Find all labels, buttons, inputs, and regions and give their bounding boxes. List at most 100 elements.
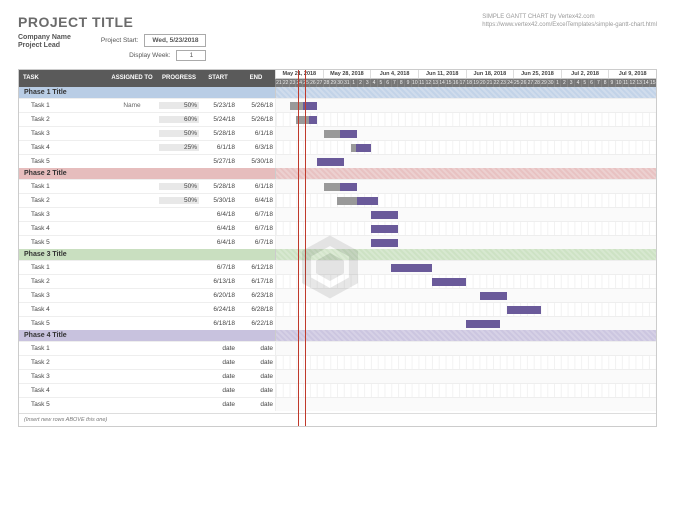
phase-row: Phase 4 Title bbox=[19, 330, 656, 341]
task-row[interactable]: Task 26/13/186/17/18 bbox=[19, 274, 656, 288]
day-cell: 7 bbox=[594, 79, 601, 87]
task-name: Task 5 bbox=[19, 401, 105, 408]
day-cell: 14 bbox=[642, 79, 649, 87]
day-cell: 23 bbox=[499, 79, 506, 87]
task-name: Task 3 bbox=[19, 211, 105, 218]
gantt-bar bbox=[317, 158, 344, 166]
task-end: 5/26/18 bbox=[237, 116, 275, 123]
task-name: Task 2 bbox=[19, 197, 105, 204]
day-cell: 6 bbox=[588, 79, 595, 87]
task-name: Task 1 bbox=[19, 183, 105, 190]
task-row[interactable]: Task 150%5/28/186/1/18 bbox=[19, 179, 656, 193]
task-start: 6/18/18 bbox=[199, 320, 237, 327]
day-cell: 21 bbox=[275, 79, 282, 87]
day-cell: 26 bbox=[520, 79, 527, 87]
task-progress: 60% bbox=[159, 116, 199, 123]
gantt-row bbox=[275, 208, 656, 221]
task-row[interactable]: Task 250%5/30/186/4/18 bbox=[19, 193, 656, 207]
task-row[interactable]: Task 4datedate bbox=[19, 383, 656, 397]
task-name: Task 4 bbox=[19, 144, 105, 151]
day-cell: 20 bbox=[479, 79, 486, 87]
day-cell: 7 bbox=[391, 79, 398, 87]
gantt-row bbox=[275, 99, 656, 112]
task-row[interactable]: Task 56/4/186/7/18 bbox=[19, 235, 656, 249]
day-cell: 21 bbox=[486, 79, 493, 87]
task-end: 5/26/18 bbox=[237, 102, 275, 109]
project-start-label: Project Start: bbox=[101, 37, 139, 44]
project-start-value[interactable]: Wed, 5/23/2018 bbox=[144, 34, 206, 47]
task-row[interactable]: Task 3datedate bbox=[19, 369, 656, 383]
day-cell: 15 bbox=[649, 79, 656, 87]
task-end: 6/17/18 bbox=[237, 278, 275, 285]
week-label: Jun 4, 2018 bbox=[370, 70, 418, 78]
phase-title: Phase 1 Title bbox=[19, 87, 275, 98]
task-progress: 50% bbox=[159, 183, 199, 190]
header-progress: PROGRESS bbox=[159, 70, 199, 87]
task-row[interactable]: Task 36/4/186/7/18 bbox=[19, 207, 656, 221]
progress-bar bbox=[324, 183, 341, 191]
task-row[interactable]: Task 55/27/185/30/18 bbox=[19, 154, 656, 168]
display-week-value[interactable]: 1 bbox=[176, 50, 206, 61]
task-row[interactable]: Task 36/20/186/23/18 bbox=[19, 288, 656, 302]
task-name: Task 1 bbox=[19, 264, 105, 271]
task-row[interactable]: Task 46/24/186/28/18 bbox=[19, 302, 656, 316]
task-name: Task 5 bbox=[19, 158, 105, 165]
task-start: 6/4/18 bbox=[199, 225, 237, 232]
phase-gantt bbox=[275, 330, 656, 341]
gantt-header: May 21, 2018May 28, 2018Jun 4, 2018Jun 1… bbox=[275, 70, 656, 87]
task-start: 5/23/18 bbox=[199, 102, 237, 109]
task-row[interactable]: Task 56/18/186/22/18 bbox=[19, 316, 656, 330]
task-name: Task 4 bbox=[19, 306, 105, 313]
task-end: 6/1/18 bbox=[237, 130, 275, 137]
task-progress: 25% bbox=[159, 144, 199, 151]
gantt-row bbox=[275, 398, 656, 411]
day-cell: 19 bbox=[472, 79, 479, 87]
task-end: 6/23/18 bbox=[237, 292, 275, 299]
phase-row: Phase 2 Title bbox=[19, 168, 656, 179]
task-row[interactable]: Task 1datedate bbox=[19, 341, 656, 355]
day-cell: 24 bbox=[295, 79, 302, 87]
progress-bar bbox=[351, 144, 356, 152]
gantt-row bbox=[275, 261, 656, 274]
task-name: Task 2 bbox=[19, 278, 105, 285]
gantt-row bbox=[275, 236, 656, 249]
gantt-row bbox=[275, 141, 656, 154]
task-name: Task 3 bbox=[19, 130, 105, 137]
day-cell: 9 bbox=[608, 79, 615, 87]
task-end: date bbox=[237, 373, 275, 380]
task-start: 5/24/18 bbox=[199, 116, 237, 123]
task-row[interactable]: Task 2datedate bbox=[19, 355, 656, 369]
day-cell: 4 bbox=[574, 79, 581, 87]
week-label: Jul 9, 2018 bbox=[608, 70, 656, 78]
gantt-row bbox=[275, 275, 656, 288]
task-row[interactable]: Task 4 25%6/1/186/3/18 bbox=[19, 140, 656, 154]
gantt-bar bbox=[480, 292, 507, 300]
task-end: 6/3/18 bbox=[237, 144, 275, 151]
project-title: PROJECT TITLE bbox=[18, 14, 206, 30]
footer-note: (Insert new rows ABOVE this one) bbox=[19, 413, 656, 426]
display-week-label: Display Week: bbox=[129, 52, 170, 59]
week-label: Jun 11, 2018 bbox=[418, 70, 466, 78]
task-row[interactable]: Task 16/7/186/12/18 bbox=[19, 260, 656, 274]
day-cell: 24 bbox=[506, 79, 513, 87]
task-name: Task 5 bbox=[19, 239, 105, 246]
task-progress: 50% bbox=[159, 102, 199, 109]
day-cell: 23 bbox=[289, 79, 296, 87]
task-start: 5/28/18 bbox=[199, 130, 237, 137]
week-label: Jun 18, 2018 bbox=[466, 70, 514, 78]
task-start: 6/1/18 bbox=[199, 144, 237, 151]
task-row[interactable]: Task 5datedate bbox=[19, 397, 656, 411]
day-cell: 3 bbox=[363, 79, 370, 87]
day-cell: 1 bbox=[554, 79, 561, 87]
task-row[interactable]: Task 1Name50%5/23/185/26/18 bbox=[19, 98, 656, 112]
day-cell: 17 bbox=[459, 79, 466, 87]
task-start: 5/30/18 bbox=[199, 197, 237, 204]
task-row[interactable]: Task 260%5/24/185/26/18 bbox=[19, 112, 656, 126]
gantt-row bbox=[275, 289, 656, 302]
task-end: date bbox=[237, 345, 275, 352]
week-label: May 21, 2018 bbox=[275, 70, 323, 78]
task-row[interactable]: Task 350%5/28/186/1/18 bbox=[19, 126, 656, 140]
task-start: 5/28/18 bbox=[199, 183, 237, 190]
task-row[interactable]: Task 46/4/186/7/18 bbox=[19, 221, 656, 235]
task-start: 6/24/18 bbox=[199, 306, 237, 313]
